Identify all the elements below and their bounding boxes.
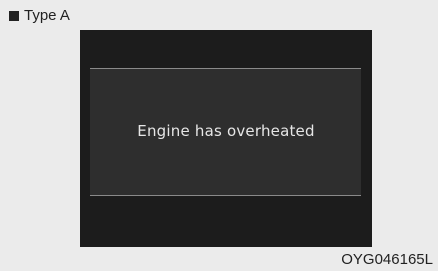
image-code: OYG046165L <box>341 251 433 268</box>
square-bullet-icon <box>9 10 19 21</box>
type-label-text: Type A <box>24 7 70 24</box>
type-label: Type A <box>9 8 70 23</box>
warning-message: Engine has overheated <box>137 122 315 140</box>
bottom-divider <box>90 195 361 196</box>
cluster-display: Engine has overheated <box>80 30 372 247</box>
top-divider <box>90 68 361 69</box>
